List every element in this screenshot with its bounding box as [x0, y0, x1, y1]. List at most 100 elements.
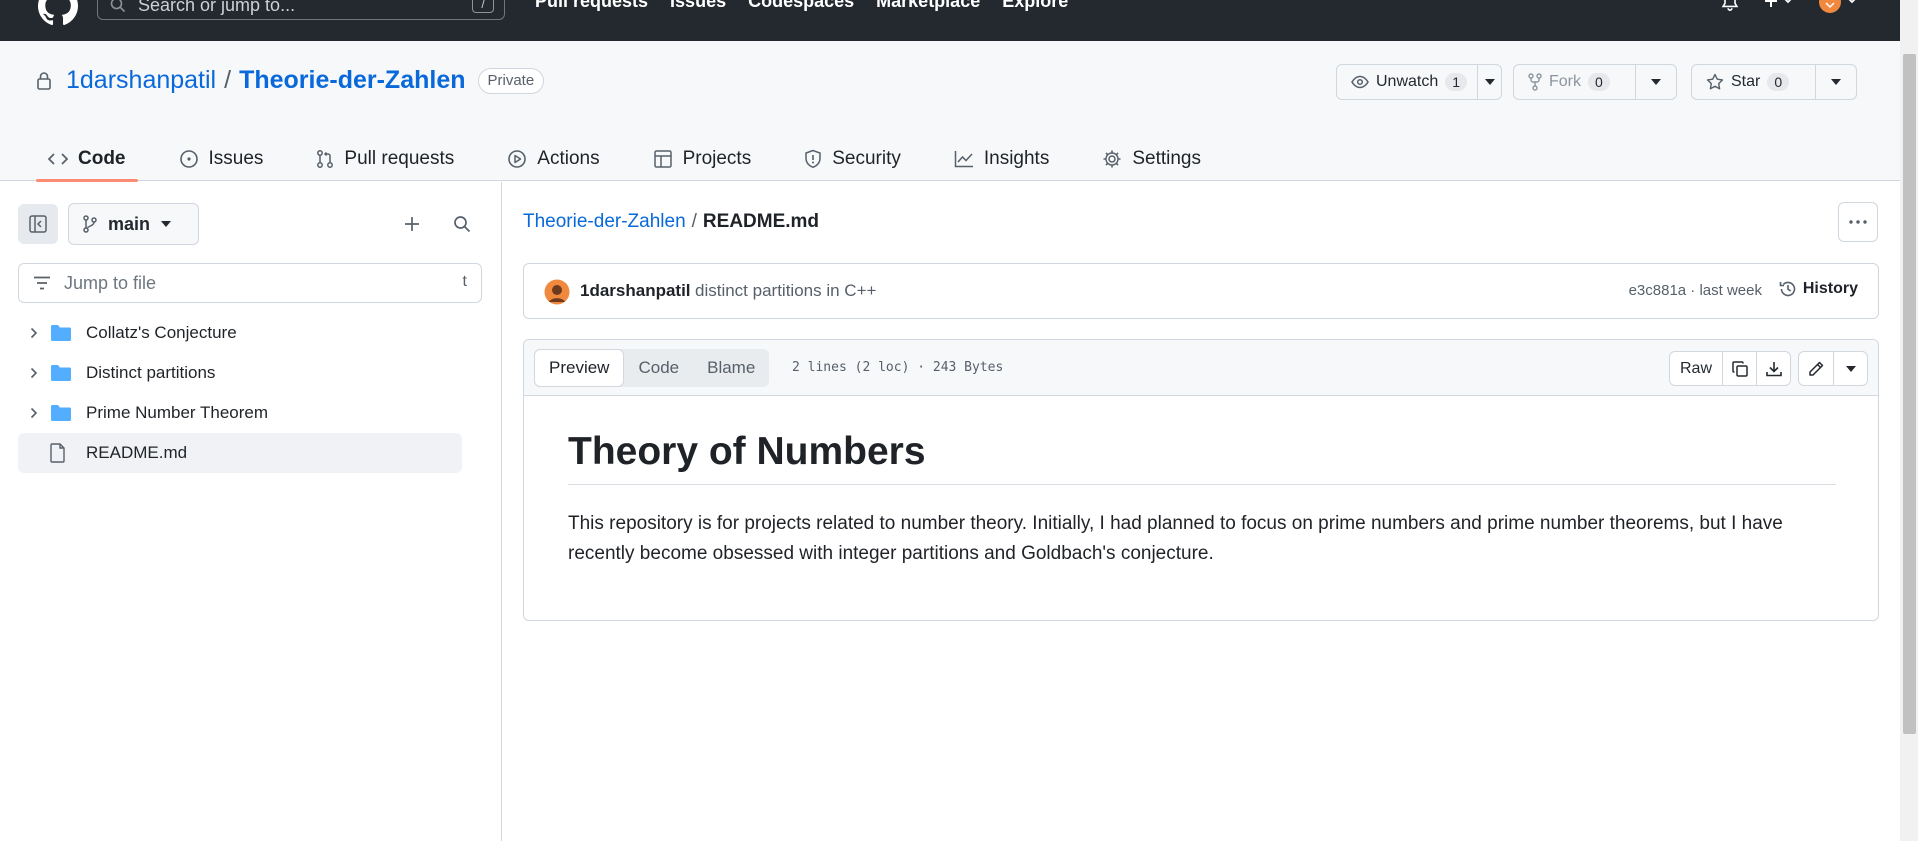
- download-icon[interactable]: [1756, 352, 1790, 385]
- global-search-input[interactable]: Search or jump to... /: [97, 0, 505, 20]
- edit-button-group: [1798, 351, 1868, 386]
- readme-content: Theory of Numbers This repository is for…: [568, 430, 1836, 569]
- star-button-group: Star 0: [1691, 64, 1857, 100]
- search-shortcut-key: /: [472, 0, 494, 13]
- repo-title: 1darshanpatil / Theorie-der-Zahlen Priva…: [36, 66, 545, 95]
- tree-item-label: Prime Number Theorem: [86, 403, 269, 422]
- star-button[interactable]: Star 0: [1692, 65, 1817, 99]
- search-icon: [110, 0, 126, 13]
- tree-item-file-selected[interactable]: README.md: [18, 433, 462, 473]
- issue-icon: [179, 149, 199, 169]
- repo-owner-link[interactable]: 1darshanpatil: [66, 66, 216, 95]
- tree-item-label: Collatz's Conjecture: [86, 323, 237, 342]
- chevron-down-icon: [161, 221, 172, 227]
- file-breadcrumb: Theorie-der-Zahlen / README.md: [523, 211, 819, 233]
- tab-security-label: Security: [832, 148, 901, 169]
- nav-issues[interactable]: Issues: [670, 0, 726, 12]
- breadcrumb-separator: /: [691, 211, 697, 232]
- branch-selector-button[interactable]: main: [68, 203, 199, 245]
- nav-marketplace[interactable]: Marketplace: [876, 0, 980, 12]
- fork-dropdown-caret-icon[interactable]: [1636, 65, 1676, 99]
- pencil-icon[interactable]: [1799, 352, 1833, 385]
- tab-insights[interactable]: Insights: [942, 137, 1061, 181]
- repository-header: 1darshanpatil / Theorie-der-Zahlen Priva…: [0, 41, 1900, 182]
- view-code-button[interactable]: Code: [624, 349, 693, 387]
- gear-icon: [1102, 149, 1122, 169]
- view-blame-button[interactable]: Blame: [693, 349, 769, 387]
- shield-icon: [804, 149, 822, 169]
- fork-label: Fork: [1549, 73, 1581, 90]
- chevron-right-icon[interactable]: [18, 407, 50, 419]
- tab-projects-label: Projects: [682, 148, 752, 169]
- branch-icon: [83, 215, 97, 233]
- fork-count: 0: [1588, 73, 1610, 91]
- file-tree-sidebar: main Jump to file t Collatz's Conjecture…: [0, 182, 502, 841]
- watch-dropdown-caret-icon[interactable]: [1478, 65, 1501, 99]
- tab-code-label: Code: [78, 148, 126, 169]
- chevron-right-icon[interactable]: [18, 367, 50, 379]
- tab-code[interactable]: Code: [36, 137, 138, 182]
- fork-button[interactable]: Fork 0: [1514, 65, 1637, 99]
- commit-message[interactable]: distinct partitions in C++: [695, 281, 876, 301]
- tab-issues[interactable]: Issues: [167, 137, 276, 181]
- nav-explore[interactable]: Explore: [1002, 0, 1068, 12]
- file-viewer: Preview Code Blame 2 lines (2 loc) · 243…: [523, 339, 1879, 621]
- watch-count: 1: [1445, 73, 1468, 91]
- more-options-button[interactable]: [1838, 202, 1878, 242]
- nav-codespaces[interactable]: Codespaces: [748, 0, 854, 12]
- latest-commit-box: 1darshanpatil distinct partitions in C++…: [523, 263, 1879, 319]
- history-button[interactable]: History: [1779, 280, 1858, 298]
- avatar[interactable]: [544, 279, 570, 305]
- chevron-right-icon[interactable]: [18, 327, 50, 339]
- edit-dropdown-caret-icon[interactable]: [1833, 352, 1867, 385]
- code-icon: [48, 152, 68, 166]
- file-toolbar: Preview Code Blame 2 lines (2 loc) · 243…: [524, 340, 1878, 396]
- visibility-badge: Private: [477, 67, 545, 94]
- file-icon: [50, 443, 76, 463]
- jump-shortcut-key: t: [462, 273, 467, 290]
- add-file-button[interactable]: [396, 208, 428, 240]
- tab-projects[interactable]: Projects: [641, 137, 764, 181]
- unwatch-button[interactable]: Unwatch 1: [1337, 65, 1479, 99]
- plus-icon: [404, 216, 420, 232]
- repo-title-separator: /: [224, 66, 232, 94]
- tab-settings[interactable]: Settings: [1090, 137, 1213, 181]
- tab-actions[interactable]: Actions: [495, 137, 611, 181]
- collapse-sidebar-button[interactable]: [18, 204, 58, 244]
- create-new-plus-icon[interactable]: [1762, 0, 1798, 12]
- tab-pull-requests[interactable]: Pull requests: [304, 137, 466, 181]
- repo-name-link[interactable]: Theorie-der-Zahlen: [239, 66, 465, 95]
- notifications-bell-icon[interactable]: [1720, 0, 1740, 13]
- tree-item-folder[interactable]: Prime Number Theorem: [18, 393, 462, 433]
- page-scrollbar-thumb[interactable]: [1903, 54, 1916, 734]
- kebab-horizontal-icon: [1849, 220, 1867, 224]
- global-nav: Pull requests Issues Codespaces Marketpl…: [535, 0, 1068, 12]
- star-dropdown-caret-icon[interactable]: [1816, 65, 1856, 99]
- github-logo-icon[interactable]: [38, 0, 78, 26]
- breadcrumb-repo-link[interactable]: Theorie-der-Zahlen: [523, 211, 686, 232]
- nav-pull-requests[interactable]: Pull requests: [535, 0, 648, 12]
- copy-icon[interactable]: [1722, 352, 1756, 385]
- commit-sha-time[interactable]: e3c881a · last week: [1629, 282, 1762, 299]
- table-icon: [653, 149, 673, 169]
- search-files-button[interactable]: [446, 208, 478, 240]
- tab-actions-label: Actions: [537, 148, 600, 169]
- unwatch-label: Unwatch: [1376, 73, 1439, 90]
- tree-item-folder[interactable]: Distinct partitions: [18, 353, 462, 393]
- eye-icon: [1351, 75, 1369, 89]
- tab-security[interactable]: Security: [792, 137, 913, 181]
- user-avatar-menu[interactable]: [1818, 0, 1862, 14]
- sidebar-collapse-icon: [28, 214, 48, 234]
- jump-to-file-input[interactable]: Jump to file t: [18, 263, 482, 303]
- star-icon: [1706, 73, 1724, 91]
- tab-settings-label: Settings: [1132, 148, 1201, 169]
- watch-button-group: Unwatch 1: [1336, 64, 1502, 100]
- view-preview-button[interactable]: Preview: [534, 349, 625, 387]
- tab-insights-label: Insights: [983, 148, 1050, 169]
- tree-item-folder[interactable]: Collatz's Conjecture: [18, 313, 462, 353]
- commit-author[interactable]: 1darshanpatil: [580, 281, 691, 301]
- folder-icon: [50, 364, 76, 382]
- fork-icon: [1528, 73, 1542, 91]
- raw-button[interactable]: Raw: [1670, 352, 1722, 385]
- filter-icon: [33, 276, 51, 290]
